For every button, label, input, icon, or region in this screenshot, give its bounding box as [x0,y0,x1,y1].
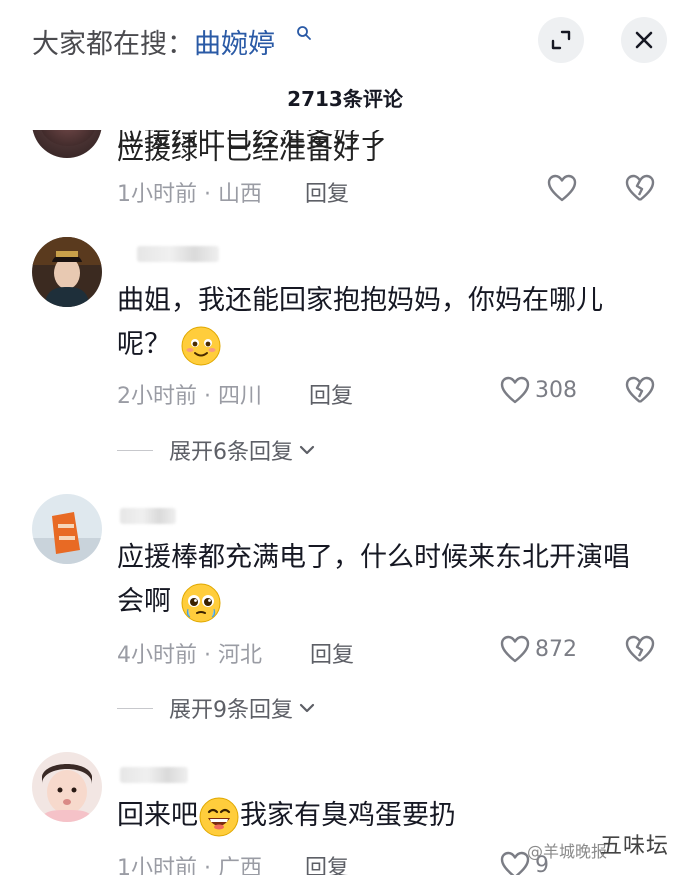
search-suggestion[interactable]: 大家都在搜：曲婉婷 [32,22,275,61]
expand-icon [551,30,571,50]
broken-heart-icon[interactable] [624,634,656,664]
search-icon [297,26,311,40]
username[interactable] [120,508,176,524]
chevron-down-icon [299,445,315,455]
chevron-down-icon [299,703,315,713]
comment-meta: 1小时前 · 山西 [117,182,262,207]
expand-replies-label: 展开9条回复 [169,698,293,723]
comments-header: 大家都在搜：曲婉婷 2713条评论 [0,0,690,130]
comment-text: 曲姐，我还能回家抱抱妈妈，你妈在哪儿呢？ [117,279,647,367]
avatar[interactable] [32,494,102,564]
comment-text: 应援绿叶已经准备好了 [117,135,387,166]
search-prefix: 大家都在搜： [32,29,194,60]
comment-meta: 2小时前 · 四川 [117,384,262,409]
heart-icon [500,635,530,663]
avatar[interactable] [32,237,102,307]
avatar[interactable] [32,752,102,822]
comment-text: 应援棒都充满电了，什么时候来东北开演唱会啊 [117,536,647,624]
comment-meta: 4小时前 · 河北 [117,643,262,668]
expand-replies-button[interactable]: 展开9条回复 [117,692,317,724]
broken-heart-icon[interactable] [624,173,656,203]
expand-replies-label: 展开6条回复 [169,440,293,465]
reply-button[interactable]: 回复 [309,378,353,410]
reply-button[interactable]: 回复 [305,176,349,208]
reply-button[interactable]: 回复 [310,637,354,669]
reply-button[interactable]: 回复 [305,850,349,875]
like-count: 308 [535,377,577,403]
comment-meta: 1小时前 · 广西 [117,856,262,875]
smiling-face-emoji [181,326,221,365]
close-button[interactable] [621,17,667,63]
username[interactable] [137,246,219,262]
search-term[interactable]: 曲婉婷 [194,29,275,60]
expand-replies-button[interactable]: 展开6条回复 [117,434,317,466]
grinning-face-emoji [199,797,239,836]
heart-icon [547,174,577,202]
divider [117,707,153,709]
like-button[interactable]: 308 [499,375,577,405]
comment-text: 回来吧 我家有臭鸡蛋要扔 [117,794,647,838]
like-button[interactable] [546,173,578,203]
like-count: 872 [535,636,577,662]
username[interactable] [120,767,188,783]
pleading-face-emoji [181,583,221,622]
watermark-logo: 五味坛 [600,834,670,859]
heart-icon [500,376,530,404]
broken-heart-icon[interactable] [624,375,656,405]
like-button[interactable]: 872 [499,634,577,664]
divider [117,449,153,451]
close-icon [635,31,653,49]
watermark-text: @羊城晚报 [527,842,608,861]
comment-count-title: 2713条评论 [287,87,403,111]
comment-list[interactable]: 应援绿叶已经准备好了 1小时前 · 山西 回复 曲姐，我还能回家抱抱妈妈，你妈在… [0,0,690,875]
expand-button[interactable] [538,17,584,63]
